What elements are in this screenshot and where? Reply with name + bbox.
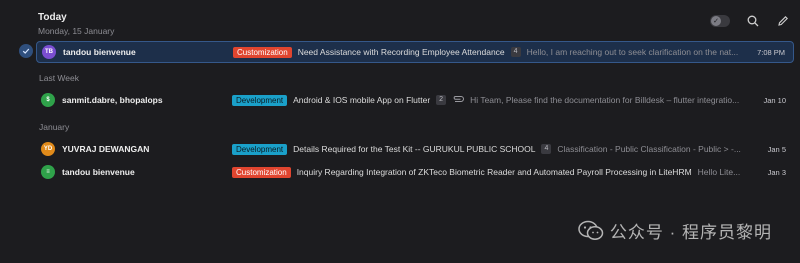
email-snippet: Hello, I am reaching out to seek clarifi… xyxy=(526,47,739,57)
section-label-january: January xyxy=(39,122,70,132)
sender-name: sanmit.dabre, bhopalops xyxy=(62,95,163,105)
email-subject: Inquiry Regarding Integration of ZKTeco … xyxy=(296,167,692,177)
sender-name: YUVRAJ DEWANGAN xyxy=(62,144,150,154)
toggle-switch[interactable]: ✓ xyxy=(710,15,730,27)
watermark-text: 公众号 · 程序员黎明 xyxy=(609,223,772,242)
check-icon: ✓ xyxy=(711,16,721,26)
sender-name: tandou bienvenue xyxy=(62,167,135,177)
tag-badge[interactable]: Development xyxy=(232,143,288,155)
today-heading: Today xyxy=(38,12,67,23)
email-row[interactable]: TB tandou bienvenue Customization Need A… xyxy=(36,41,794,63)
email-date: Jan 10 xyxy=(763,95,786,105)
date-subtitle: Monday, 15 January xyxy=(38,26,115,36)
thread-count: 4 xyxy=(510,47,521,57)
tag-badge[interactable]: Customization xyxy=(232,166,291,178)
email-snippet: Classification - Public Classification -… xyxy=(557,144,741,154)
avatar: ≡ xyxy=(41,165,55,179)
email-subject: Android & IOS mobile App on Flutter xyxy=(293,95,431,105)
email-row[interactable]: ≡ tandou bienvenue Customization Inquiry… xyxy=(36,161,794,183)
tag-badge[interactable]: Customization xyxy=(233,46,292,58)
compose-button[interactable] xyxy=(776,14,790,28)
avatar: $ xyxy=(41,93,55,107)
thread-count: 2 xyxy=(436,95,447,105)
toolbar: ✓ xyxy=(710,14,790,28)
email-snippet: Hi Team, Please find the documentation f… xyxy=(470,95,740,105)
avatar: YD xyxy=(41,142,55,156)
email-date: Jan 3 xyxy=(767,167,786,177)
pencil-icon xyxy=(778,16,788,26)
search-icon xyxy=(747,15,759,27)
email-snippet: Hello Lite... xyxy=(697,167,741,177)
tag-badge[interactable]: Development xyxy=(232,94,288,106)
paperclip-icon xyxy=(452,95,465,105)
email-subject: Details Required for the Test Kit -- GUR… xyxy=(293,144,536,154)
sender-name: tandou bienvenue xyxy=(63,47,136,57)
wechat-icon xyxy=(578,220,604,240)
section-label-last-week: Last Week xyxy=(39,73,80,83)
email-date: 7:08 PM xyxy=(757,47,785,57)
email-row[interactable]: YD YUVRAJ DEWANGAN Development Details R… xyxy=(36,138,794,160)
avatar: TB xyxy=(42,45,56,59)
email-date: Jan 5 xyxy=(767,144,786,154)
email-subject: Need Assistance with Recording Employee … xyxy=(297,47,505,57)
email-row[interactable]: $ sanmit.dabre, bhopalops Development An… xyxy=(36,89,794,111)
date-header: Today Monday, 15 January xyxy=(38,12,114,36)
thread-count: 4 xyxy=(541,144,552,154)
watermark: 公众号 · 程序员黎明 xyxy=(578,218,772,243)
selected-check-icon[interactable] xyxy=(19,44,33,58)
search-button[interactable] xyxy=(746,14,760,28)
